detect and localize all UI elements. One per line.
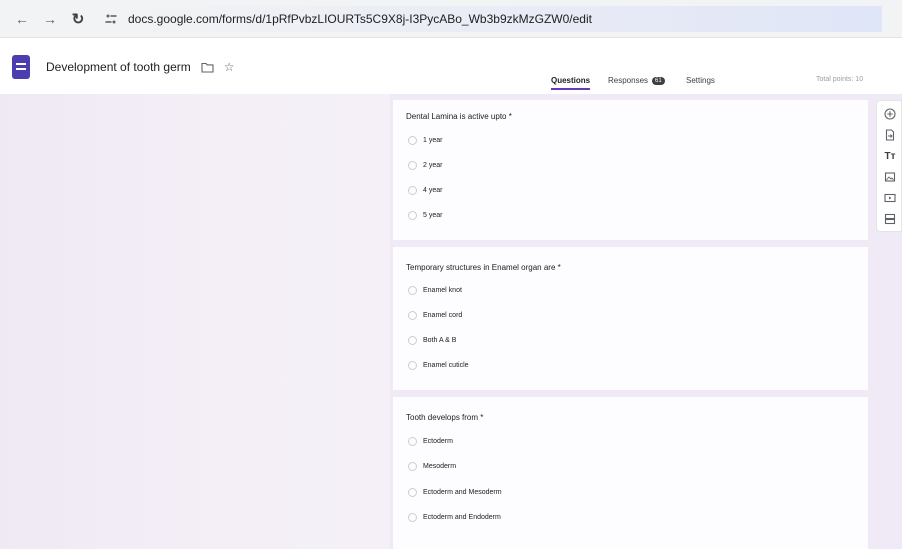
option-item[interactable]: 1 year: [408, 136, 443, 145]
form-tabs: Questions Responses 61 Settings Total poi…: [0, 72, 902, 94]
forward-arrow-icon: →: [43, 10, 57, 27]
option-label: 2 year: [423, 162, 443, 169]
back-button[interactable]: ←: [8, 5, 36, 33]
reload-icon: ↻: [71, 10, 85, 28]
question-divider: [393, 390, 868, 397]
url-text: docs.google.com/forms/d/1pRfPvbzLIOURTs5…: [128, 11, 592, 26]
tab-settings[interactable]: Settings: [686, 76, 715, 85]
radio-button[interactable]: [408, 311, 417, 320]
option-item[interactable]: 4 year: [408, 186, 443, 195]
option-label: Mesoderm: [423, 463, 457, 470]
option-label: Ectoderm: [423, 438, 453, 445]
browser-address-bar: ← → ↻ docs.google.com/forms/d/1pRfPvbzLI…: [0, 0, 902, 38]
import-questions-icon[interactable]: [881, 126, 899, 144]
tab-responses-label: Responses: [608, 76, 649, 85]
back-arrow-icon: ←: [15, 10, 29, 27]
option-item[interactable]: Ectoderm and Mesoderm: [408, 488, 502, 497]
option-label: Ectoderm and Mesoderm: [423, 489, 502, 496]
radio-button[interactable]: [408, 186, 417, 195]
option-item[interactable]: Both A & B: [408, 336, 457, 345]
option-item[interactable]: Ectoderm: [408, 437, 453, 446]
option-label: Both A & B: [423, 337, 457, 344]
option-item[interactable]: Enamel knot: [408, 286, 462, 295]
add-section-icon[interactable]: [881, 210, 899, 228]
questions-column: Dental Lamina is active upto * 1 year 2 …: [393, 100, 868, 549]
move-to-folder-icon[interactable]: [201, 62, 214, 73]
option-item[interactable]: Enamel cord: [408, 311, 463, 320]
question-title[interactable]: Temporary structures in Enamel organ are…: [406, 263, 561, 272]
radio-button[interactable]: [408, 336, 417, 345]
floating-toolbar: Tт: [876, 100, 902, 232]
option-item[interactable]: 2 year: [408, 161, 443, 170]
radio-button[interactable]: [408, 513, 417, 522]
forward-button[interactable]: →: [36, 5, 64, 33]
tab-responses[interactable]: Responses 61: [608, 76, 665, 85]
radio-button[interactable]: [408, 462, 417, 471]
option-label: 1 year: [423, 137, 443, 144]
question-card[interactable]: Temporary structures in Enamel organ are…: [393, 250, 868, 385]
radio-button[interactable]: [408, 161, 417, 170]
question-card[interactable]: Dental Lamina is active upto * 1 year 2 …: [393, 100, 868, 236]
option-label: Ectoderm and Endoderm: [423, 514, 501, 521]
responses-count-badge: 61: [652, 76, 665, 85]
radio-button[interactable]: [408, 361, 417, 370]
option-item[interactable]: Mesoderm: [408, 462, 457, 471]
radio-button[interactable]: [408, 136, 417, 145]
option-item[interactable]: Ectoderm and Endoderm: [408, 513, 501, 522]
question-title[interactable]: Tooth develops from *: [406, 413, 483, 422]
left-panel-background: [0, 94, 390, 549]
total-points: Total points: 10: [816, 76, 864, 83]
add-question-icon[interactable]: [881, 105, 899, 123]
option-item[interactable]: 5 year: [408, 211, 443, 220]
option-item[interactable]: Enamel cuticle: [408, 361, 469, 370]
option-label: Enamel knot: [423, 287, 462, 294]
add-video-icon[interactable]: [881, 189, 899, 207]
option-label: 5 year: [423, 212, 443, 219]
option-label: Enamel cord: [423, 312, 463, 319]
add-title-icon[interactable]: Tт: [881, 147, 899, 165]
question-card[interactable]: Tooth develops from * Ectoderm Mesoderm …: [393, 400, 868, 540]
tab-questions[interactable]: Questions: [551, 76, 591, 90]
option-label: 4 year: [423, 187, 443, 194]
option-label: Enamel cuticle: [423, 362, 469, 369]
reload-button[interactable]: ↻: [64, 5, 92, 33]
url-field[interactable]: docs.google.com/forms/d/1pRfPvbzLIOURTs5…: [128, 5, 882, 32]
radio-button[interactable]: [408, 437, 417, 446]
question-title[interactable]: Dental Lamina is active upto *: [406, 112, 512, 121]
question-divider: [393, 240, 868, 247]
radio-button[interactable]: [408, 286, 417, 295]
radio-button[interactable]: [408, 211, 417, 220]
add-image-icon[interactable]: [881, 168, 899, 186]
radio-button[interactable]: [408, 488, 417, 497]
site-info-icon[interactable]: [100, 8, 122, 30]
